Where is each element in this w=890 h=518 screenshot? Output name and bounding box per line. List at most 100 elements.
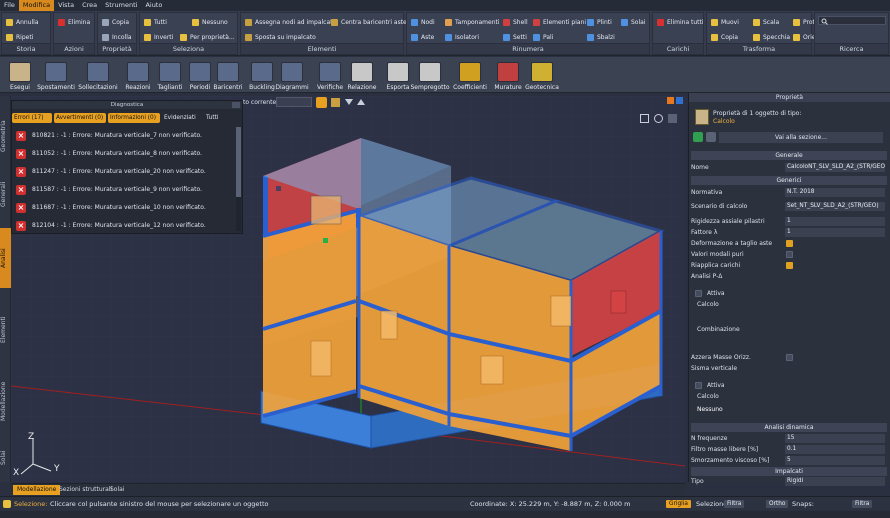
- error-row[interactable]: × 810821 : -1 : Errore: Muratura vertical…: [16, 127, 238, 144]
- toolbar-button-14[interactable]: Murature: [490, 60, 526, 91]
- toolbar-button-9[interactable]: Verifiche: [312, 60, 348, 91]
- name-field[interactable]: CalcoloNT_SLV_SLD_A2_(STR/GEO): [785, 163, 885, 172]
- azz-checkbox[interactable]: [786, 354, 793, 361]
- scale-button[interactable]: Scala: [753, 17, 779, 27]
- renumber-cantilevers-button[interactable]: Sbalzi: [587, 32, 615, 42]
- move-button[interactable]: Muovi: [711, 17, 739, 27]
- toolbar-button-6[interactable]: Baricentri: [210, 60, 246, 91]
- toolbar-button-2[interactable]: Sollecitazioni: [78, 60, 118, 91]
- tab-analisi[interactable]: Analisi: [0, 228, 11, 288]
- tab-generali[interactable]: Generali: [0, 174, 11, 214]
- copy-transform-button[interactable]: Copia: [711, 32, 738, 42]
- level-select[interactable]: [276, 97, 312, 107]
- attiva1-checkbox[interactable]: [695, 290, 702, 297]
- undo-button[interactable]: Annulla: [6, 17, 39, 27]
- tab-geometria[interactable]: Geometria: [0, 116, 11, 156]
- renumber-slabs-button[interactable]: Solai: [621, 17, 646, 27]
- tab-all[interactable]: Tutti: [204, 113, 238, 123]
- tab-info[interactable]: Informazioni (0): [108, 113, 160, 123]
- toolbar-button-1[interactable]: Spostamenti: [37, 60, 75, 91]
- freq-field[interactable]: 15: [785, 434, 885, 443]
- rotate-icon[interactable]: [654, 114, 663, 123]
- error-row[interactable]: × 812104 : -1 : Errore: Muratura vertical…: [16, 217, 238, 234]
- select-all-button[interactable]: Tutti: [144, 17, 167, 27]
- tool-icon[interactable]: [331, 98, 340, 107]
- attiva2-checkbox[interactable]: [695, 382, 702, 389]
- tab-modellazione-bottom[interactable]: Modellazione: [13, 485, 61, 495]
- close-icon[interactable]: [232, 102, 240, 108]
- toolbar-button-3[interactable]: Reazioni: [120, 60, 156, 91]
- move-to-floor-button[interactable]: Sposta su impalcato: [245, 32, 316, 42]
- def-checkbox[interactable]: [786, 240, 793, 247]
- smorz-field[interactable]: 5: [785, 456, 885, 465]
- renumber-beams-button[interactable]: Aste: [411, 32, 434, 42]
- grid-toggle[interactable]: Griglia: [666, 500, 691, 508]
- mirror-button[interactable]: Specchia: [753, 32, 790, 42]
- error-row[interactable]: × 811587 : -1 : Errore: Muratura vertical…: [16, 181, 238, 198]
- search-input[interactable]: [818, 16, 886, 25]
- up-arrow-icon[interactable]: [357, 99, 365, 105]
- copy-button[interactable]: Copia: [102, 17, 129, 27]
- filt-field[interactable]: 0.1: [785, 445, 885, 454]
- renumber-infills-button[interactable]: Tamponamenti: [445, 17, 500, 27]
- paste-button[interactable]: Incolla: [102, 32, 132, 42]
- select-by-property-button[interactable]: Per proprietà...: [180, 32, 235, 42]
- error-row[interactable]: × 811052 : -1 : Errore: Muratura vertical…: [16, 145, 238, 162]
- fat-field[interactable]: 1: [785, 228, 885, 237]
- project-button[interactable]: Prot: [793, 17, 815, 27]
- toolbar-button-0[interactable]: Esegui: [2, 60, 38, 91]
- center-barycenters-button[interactable]: Centra baricentri aste: [331, 17, 407, 27]
- delete-button[interactable]: Elimina: [58, 17, 90, 27]
- select-none-button[interactable]: Nessuno: [192, 17, 228, 27]
- toolbar-button-13[interactable]: Coefficienti: [452, 60, 488, 91]
- goto-section-button[interactable]: Vai alla sezione...: [719, 132, 883, 143]
- renumber-shell-button[interactable]: Shell: [503, 17, 528, 27]
- back-icon[interactable]: [693, 132, 703, 142]
- menu-strumenti[interactable]: Strumenti: [101, 0, 141, 11]
- tipo-field[interactable]: Rigidi: [785, 477, 885, 486]
- zoom-icon[interactable]: [668, 114, 677, 123]
- invert-selection-button[interactable]: Inverti: [144, 32, 173, 42]
- menu-modifica[interactable]: Modifica: [18, 0, 55, 11]
- tab-solai[interactable]: Solai: [0, 446, 11, 470]
- ortho-toggle[interactable]: Ortho: [766, 500, 789, 508]
- menu-crea[interactable]: Crea: [78, 0, 101, 11]
- tab-elementi[interactable]: Elementi: [0, 310, 11, 350]
- pan-icon[interactable]: [640, 114, 649, 123]
- error-row[interactable]: × 811247 : -1 : Errore: Muratura vertical…: [16, 163, 238, 180]
- orient-button[interactable]: Orie: [793, 32, 816, 42]
- tab-solai-bottom[interactable]: Solai: [106, 485, 129, 495]
- renumber-piles-button[interactable]: Pali: [533, 32, 553, 42]
- renumber-plinths-button[interactable]: Plinti: [587, 17, 612, 27]
- renumber-walls-button[interactable]: Setti: [503, 32, 527, 42]
- tab-errors[interactable]: Errori (17): [12, 113, 52, 123]
- delete-all-loads-button[interactable]: Elimina tutti: [657, 17, 704, 27]
- tab-warnings[interactable]: Avvertimenti (0): [54, 113, 106, 123]
- filter-button[interactable]: Filtra: [724, 500, 745, 508]
- toolbar-button-8[interactable]: Diagrammi: [274, 60, 310, 91]
- renumber-nodes-button[interactable]: Nodi: [411, 17, 435, 27]
- snap-filter-button[interactable]: Filtra: [852, 500, 873, 508]
- rip-checkbox[interactable]: [786, 262, 793, 269]
- redo-button[interactable]: Ripeti: [6, 32, 33, 42]
- scrollbar[interactable]: [236, 127, 241, 231]
- renumber-planes-button[interactable]: Elementi piani: [533, 17, 586, 27]
- renumber-isolators-button[interactable]: Isolatori: [445, 32, 479, 42]
- menu-file[interactable]: File: [0, 0, 19, 11]
- view-mode-icon[interactable]: [316, 97, 327, 108]
- add-view-icon[interactable]: [667, 97, 674, 104]
- tab-modellazione[interactable]: Modellazione: [0, 376, 11, 426]
- error-row[interactable]: × 811687 : -1 : Errore: Muratura vertical…: [16, 199, 238, 216]
- norm-field[interactable]: N.T. 2018: [785, 188, 885, 197]
- rig-field[interactable]: 1: [785, 217, 885, 226]
- close-view-icon[interactable]: [676, 97, 683, 104]
- toolbar-button-10[interactable]: Relazione: [344, 60, 380, 91]
- forward-icon[interactable]: [706, 132, 716, 142]
- val-checkbox[interactable]: [786, 251, 793, 258]
- assign-nodes-button[interactable]: Assegna nodi ad impalcati: [245, 17, 334, 27]
- menu-aiuto[interactable]: Aiuto: [141, 0, 166, 11]
- toolbar-button-15[interactable]: Geotecnica: [524, 60, 560, 91]
- down-arrow-icon[interactable]: [345, 99, 353, 105]
- scen-field[interactable]: Set_NT_SLV_SLD_A2_(STR/GEO): [785, 202, 885, 211]
- toolbar-button-12[interactable]: Sempregotto: [410, 60, 450, 91]
